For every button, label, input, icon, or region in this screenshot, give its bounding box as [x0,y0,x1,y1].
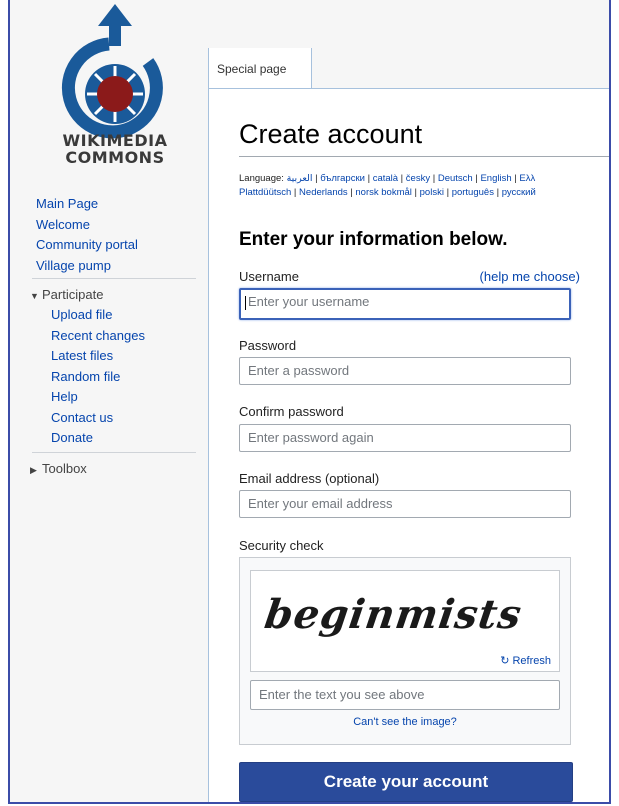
toolbox-label: Toolbox [42,461,87,476]
logo-wordmark: WIKIMEDIA COMMONS [34,132,196,166]
email-input[interactable]: Enter your email address [239,490,571,518]
browser-frame: WIKIMEDIA COMMONS Main Page Welcome Comm… [8,0,611,804]
confirm-password-label: Confirm password [239,404,344,419]
language-link[interactable]: Deutsch [438,173,473,184]
language-link[interactable]: norsk bokmål [355,187,412,198]
form-heading: Enter your information below. [239,229,508,250]
refresh-label: Refresh [512,655,551,667]
refresh-icon: ↻ [500,655,510,667]
page-title: Create account [239,119,609,157]
confirm-password-input[interactable]: Enter password again [239,424,571,452]
password-label: Password [239,338,297,353]
participate-label: Participate [42,287,104,302]
sidebar-item-village-pump[interactable]: Village pump [36,256,196,277]
email-label: Email address (optional) [239,471,380,486]
captcha-image: beginmists ↻ Refresh [250,570,560,672]
help-me-choose-link[interactable]: (help me choose) [480,269,580,284]
refresh-captcha-link[interactable]: ↻ Refresh [500,654,551,667]
sidebar-item-random-file[interactable]: Random file [51,367,200,388]
triangle-right-icon: ▶ [30,465,37,475]
sidebar-item-contact-us[interactable]: Contact us [51,408,200,429]
sidebar-item-main-page[interactable]: Main Page [36,194,196,215]
sidebar-item-community-portal[interactable]: Community portal [36,235,196,256]
password-input[interactable]: Enter a password [239,357,571,385]
triangle-down-icon: ▼ [30,291,39,301]
sidebar-item-latest-files[interactable]: Latest files [51,346,200,367]
language-link[interactable]: polski [420,187,444,198]
language-link[interactable]: български [320,173,365,184]
captcha-input[interactable]: Enter the text you see above [250,680,560,710]
toolbox-toggle[interactable]: ▶ Toolbox [30,460,200,479]
text-caret [245,295,246,310]
username-input[interactable]: Enter your username [239,288,571,320]
sidebar-toolbox: ▶ Toolbox [30,460,200,479]
language-link[interactable]: Plattdüütsch [239,187,291,198]
sidebar-item-help[interactable]: Help [51,387,200,408]
tab-special-page[interactable]: Special page [208,48,312,88]
language-selector: Language: العربية | български | català |… [239,172,609,200]
language-link[interactable]: česky [406,173,430,184]
username-label: Username [239,269,299,284]
sidebar-item-donate[interactable]: Donate [51,428,200,449]
cant-see-image-link[interactable]: Can't see the image? [240,716,570,728]
captcha-text: beginmists [261,591,526,638]
sidebar-main-nav: Main Page Welcome Community portal Villa… [36,194,196,276]
security-check-label: Security check [239,538,324,553]
language-link[interactable]: العربية [287,173,313,184]
language-link[interactable]: English [480,173,511,184]
language-link[interactable]: català [373,173,398,184]
language-line-1: Language: العربية | български | català |… [239,173,536,184]
tab-label: Special page [217,62,287,76]
sidebar-divider [32,278,196,279]
create-account-button[interactable]: Create your account [239,762,573,802]
language-link[interactable]: Ελλ [519,173,535,184]
sidebar-item-recent-changes[interactable]: Recent changes [51,326,200,347]
captcha-box: beginmists ↻ Refresh Enter the text you … [239,557,571,745]
language-line-2: Plattdüütsch | Nederlands | norsk bokmål… [239,187,536,198]
language-label: Language: [239,173,284,184]
language-link[interactable]: Nederlands [299,187,348,198]
sidebar-participate: ▼ Participate Upload file Recent changes … [30,286,200,449]
participate-toggle[interactable]: ▼ Participate [30,286,200,305]
sidebar-item-welcome[interactable]: Welcome [36,215,196,236]
main-content: Create account Language: العربية | бълга… [208,89,609,802]
sidebar-item-upload-file[interactable]: Upload file [51,305,200,326]
language-link[interactable]: русский [502,187,536,198]
sidebar-divider [32,452,196,453]
participate-list: Upload file Recent changes Latest files … [30,305,200,449]
username-placeholder: Enter your username [248,294,370,309]
logo-wordmark-line1: WIKIMEDIA [62,131,168,150]
language-link[interactable]: português [452,187,494,198]
logo-wordmark-line2: COMMONS [65,148,165,167]
